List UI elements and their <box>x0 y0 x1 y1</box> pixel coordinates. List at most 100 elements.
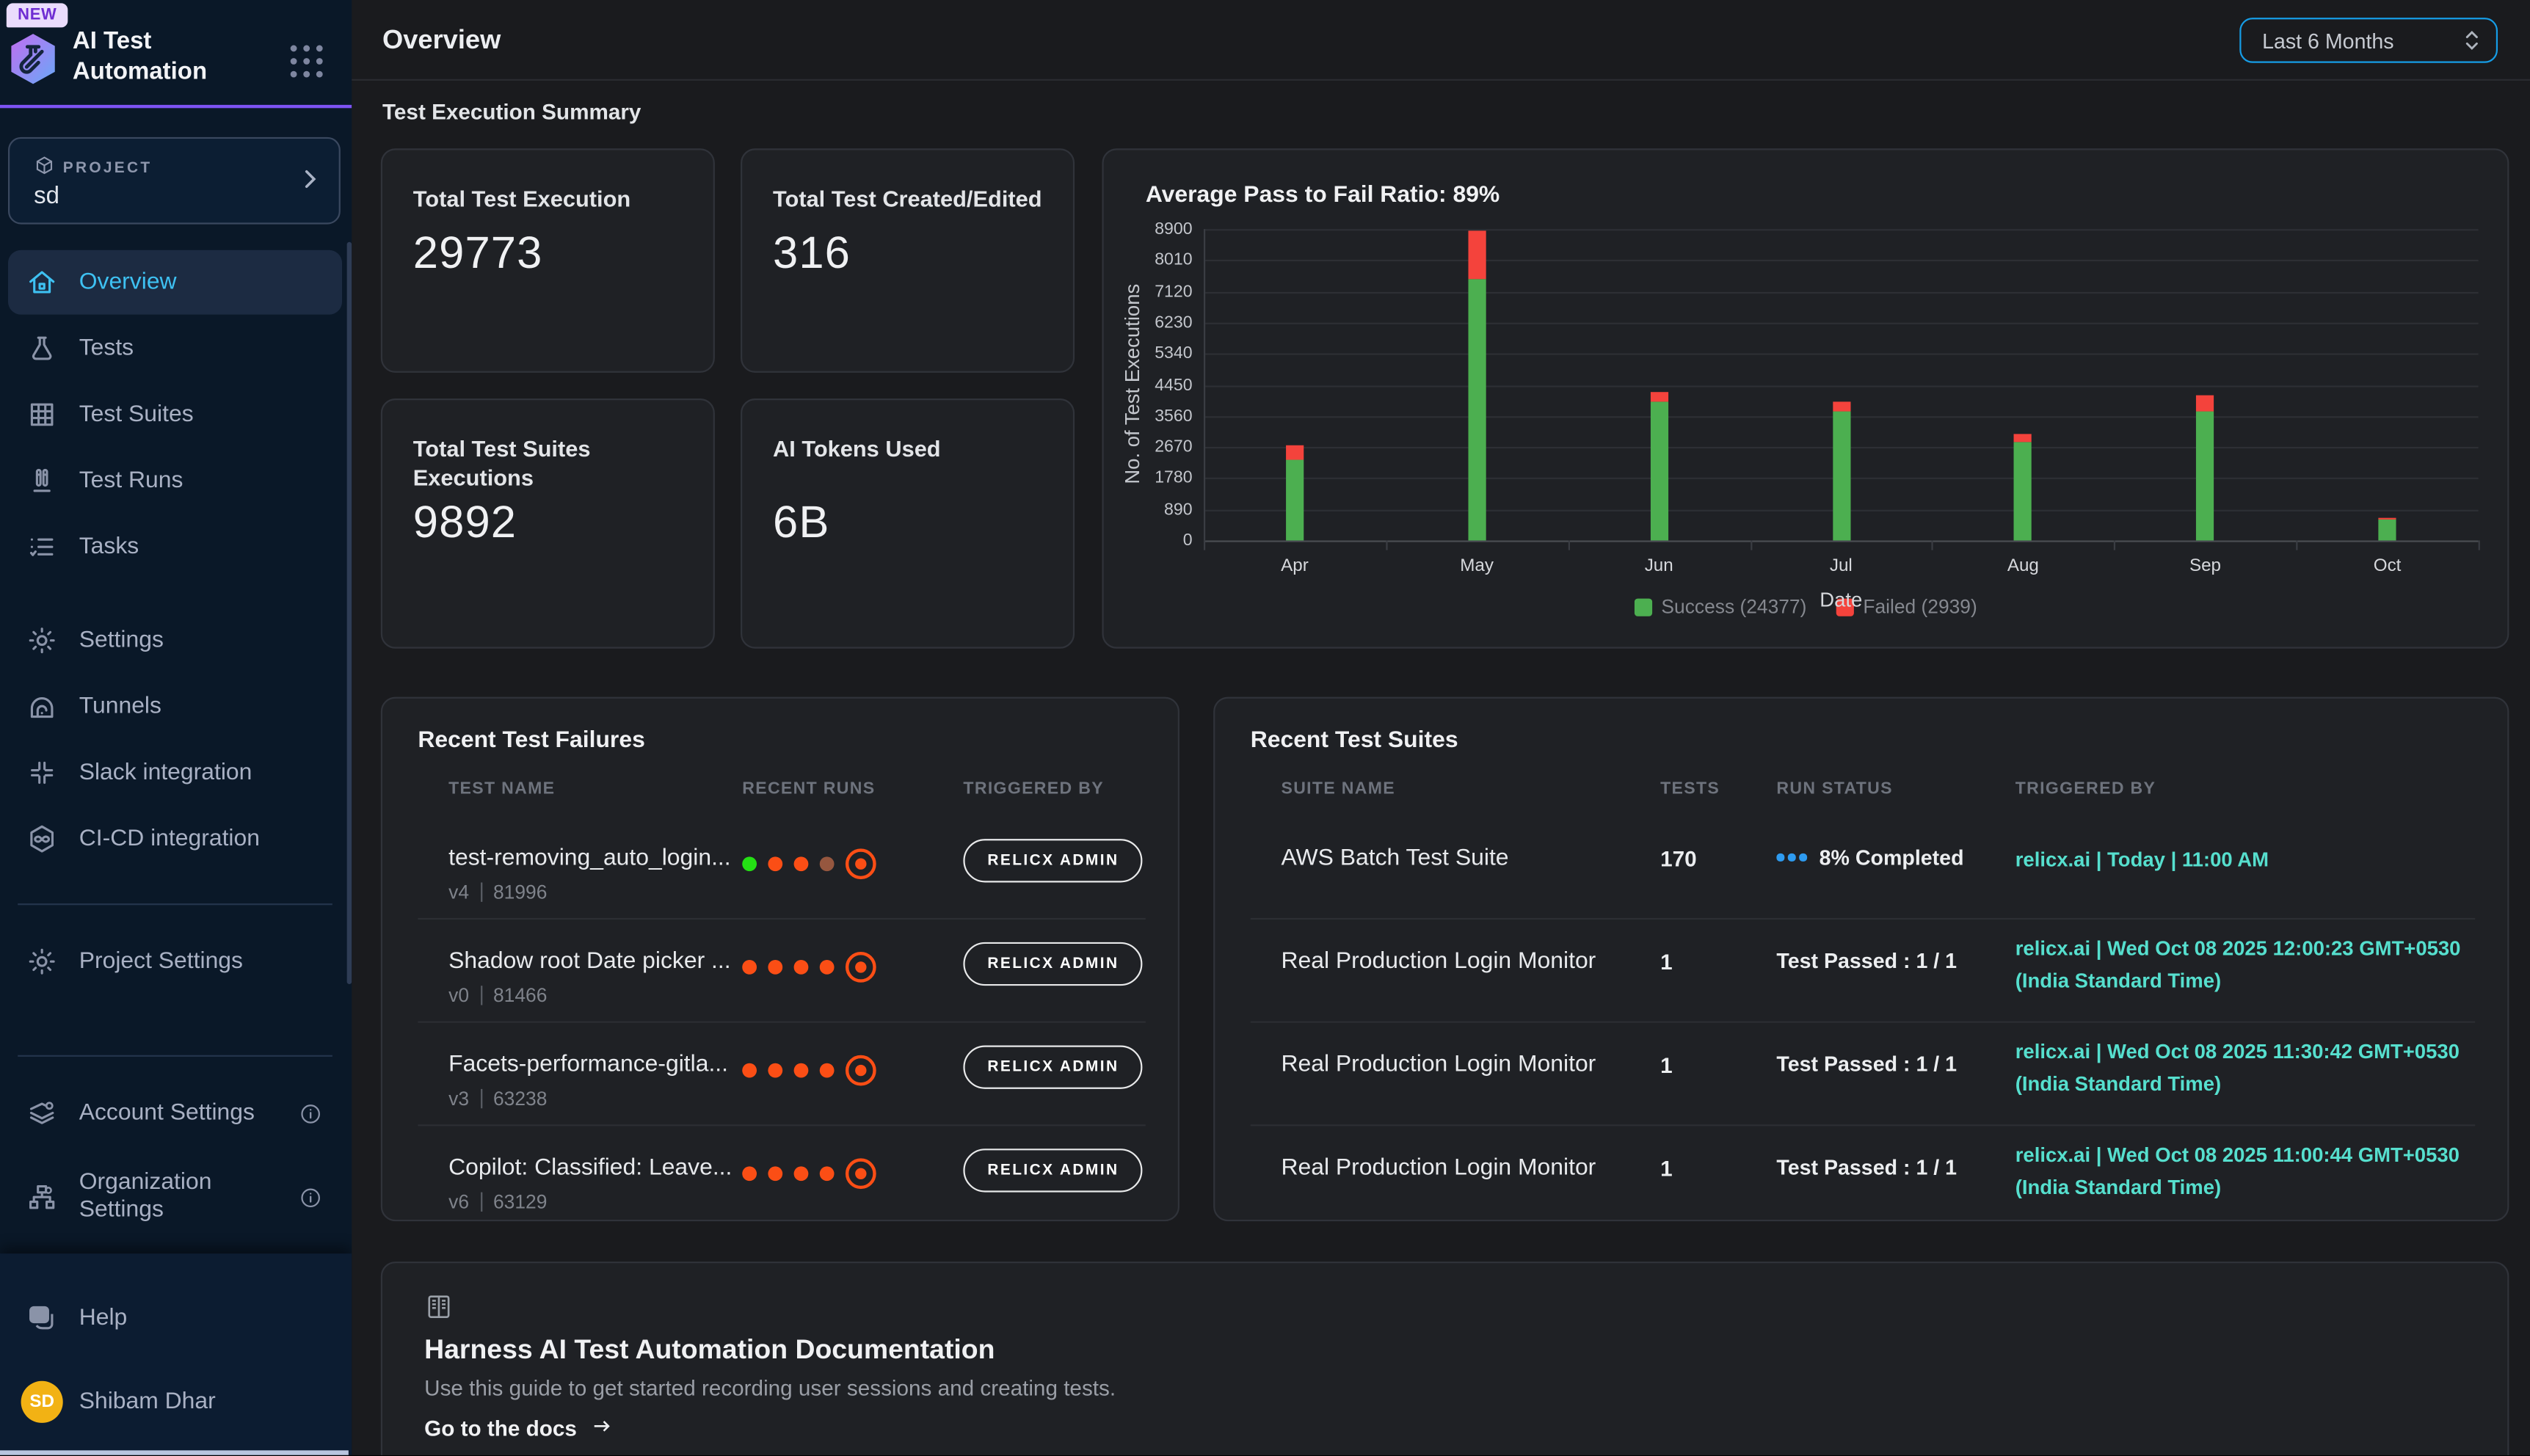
sidebar-item-test-runs[interactable]: Test Runs <box>8 448 342 513</box>
docs-title: Harness AI Test Automation Documentation <box>424 1334 995 1366</box>
sidebar-item-label: Overview <box>79 269 177 295</box>
apps-grid-icon[interactable] <box>291 46 326 81</box>
run-status-dot-red <box>794 1063 809 1078</box>
sidebar-item-label: Help <box>79 1305 128 1331</box>
x-tick-label: Sep <box>2173 556 2238 575</box>
project-selector[interactable]: PROJECT sd <box>8 137 341 225</box>
run-status-target-icon <box>846 848 876 879</box>
tasks-icon <box>26 531 58 563</box>
failure-test-version: v363238 <box>448 1088 547 1110</box>
recent-runs-dots <box>742 848 876 879</box>
gear-icon <box>26 945 58 978</box>
x-axis-title: Date <box>1760 589 1922 611</box>
triggered-by-button[interactable]: RELICX ADMIN <box>963 942 1143 986</box>
sidebar-item-slack-integration[interactable]: Slack integration <box>8 740 342 805</box>
sidebar-item-label: Test Suites <box>79 401 194 427</box>
bar-failed <box>2378 517 2396 520</box>
stat-value: 6B <box>773 497 829 548</box>
panel-title: Recent Test Suites <box>1251 727 1458 753</box>
sidebar-item-label: Account Settings <box>79 1100 255 1126</box>
bar-success <box>1650 402 1668 540</box>
suite-triggered-by[interactable]: relicx.ai | Today | 11:00 AM <box>2015 844 2484 876</box>
triggered-by-button[interactable]: RELICX ADMIN <box>963 839 1143 882</box>
stat-card-total-test-created: Total Test Created/Edited 316 <box>741 148 1075 373</box>
x-axis-tick <box>1932 540 1933 550</box>
progress-dots-icon <box>1776 853 1806 861</box>
run-status-dot-red <box>768 1166 782 1181</box>
run-status-dot-red <box>768 1063 782 1078</box>
info-icon[interactable] <box>299 1101 323 1125</box>
triggered-by-button[interactable]: RELICX ADMIN <box>963 1046 1143 1089</box>
suite-name[interactable]: Real Production Login Monitor <box>1281 949 1596 975</box>
column-header: TRIGGERED BY <box>963 779 1104 798</box>
triggered-by-button[interactable]: RELICX ADMIN <box>963 1149 1143 1192</box>
docs-link[interactable]: Go to the docs <box>424 1415 614 1442</box>
bar-success <box>1832 411 1850 540</box>
sidebar-scrollbar[interactable] <box>347 242 352 984</box>
y-axis-line <box>1204 229 1205 540</box>
failure-test-name[interactable]: Copilot: Classified: Leave... <box>448 1155 731 1181</box>
sidebar-item-label: Project Settings <box>79 949 243 975</box>
bar-success <box>1286 460 1304 540</box>
x-tick-label: Jun <box>1626 556 1691 575</box>
avatar: SD <box>21 1381 63 1423</box>
suite-tests-count: 1 <box>1660 1157 1673 1181</box>
new-badge: NEW <box>7 3 68 27</box>
sidebar-item-organization-settings[interactable]: Organization Settings <box>8 1155 342 1239</box>
suite-triggered-by[interactable]: relicx.ai | Wed Oct 08 2025 11:00:44 GMT… <box>2015 1139 2484 1204</box>
run-status-dot-red <box>768 856 782 871</box>
bar-failed <box>2014 434 2032 442</box>
suite-triggered-by[interactable]: relicx.ai | Wed Oct 08 2025 12:00:23 GMT… <box>2015 933 2484 997</box>
suite-triggered-by[interactable]: relicx.ai | Wed Oct 08 2025 11:30:42 GMT… <box>2015 1035 2484 1100</box>
panel-title: Recent Test Failures <box>418 727 644 753</box>
section-heading: Test Execution Summary <box>382 100 641 124</box>
sidebar-nav: Overview Tests Test Suites Test RunsTasks Se… <box>8 250 342 1241</box>
run-status-dot-red <box>742 1063 757 1078</box>
sidebar-item-project-settings[interactable]: Project Settings <box>8 929 342 994</box>
sidebar-item-tasks[interactable]: Tasks <box>8 514 342 579</box>
run-status-target-icon <box>846 1055 876 1086</box>
stat-label: Total Test Execution <box>413 184 688 214</box>
user-menu[interactable]: SD Shibam Dhar <box>8 1369 342 1434</box>
x-tick-label: Apr <box>1262 556 1327 575</box>
sidebar-item-ci-cd-integration[interactable]: CI-CD integration <box>8 807 342 871</box>
app-window: NEW AI Test Automation PROJECT sd <box>0 0 2530 1455</box>
suite-name[interactable]: AWS Batch Test Suite <box>1281 845 1508 871</box>
suite-name[interactable]: Real Production Login Monitor <box>1281 1052 1596 1077</box>
sidebar-header: NEW AI Test Automation <box>0 0 352 106</box>
run-status-dot-green <box>742 856 757 871</box>
row-divider <box>418 918 1145 920</box>
run-status-dot-brown <box>820 856 835 871</box>
stat-card-ai-tokens: AI Tokens Used 6B <box>741 398 1075 649</box>
sidebar-item-help[interactable]: ? Help <box>8 1286 342 1350</box>
project-label: PROJECT <box>34 155 152 181</box>
failure-test-name[interactable]: test-removing_auto_login... <box>448 845 731 871</box>
recent-runs-dots <box>742 952 876 983</box>
horizontal-scrollbar[interactable] <box>0 1450 349 1455</box>
chart-gridline <box>1204 261 2479 262</box>
failure-test-name[interactable]: Shadow root Date picker ... <box>448 949 731 975</box>
main-content: Overview Last 6 Months Test Execution Su… <box>352 0 2530 1455</box>
info-icon[interactable] <box>299 1185 323 1209</box>
sidebar-item-account-settings[interactable]: Account Settings <box>8 1081 342 1146</box>
stat-label: Total Test Created/Edited <box>773 184 1047 214</box>
sidebar-item-overview[interactable]: Overview <box>8 250 342 315</box>
stat-label: AI Tokens Used <box>773 434 1047 463</box>
date-range-select[interactable]: Last 6 Months <box>2239 18 2498 63</box>
sidebar-item-test-suites[interactable]: Test Suites <box>8 382 342 447</box>
suite-run-status: Test Passed : 1 / 1 <box>1776 1052 1957 1076</box>
suite-name[interactable]: Real Production Login Monitor <box>1281 1155 1596 1181</box>
sidebar-item-tunnels[interactable]: Tunnels <box>8 674 342 739</box>
run-status-target-icon <box>846 952 876 983</box>
sidebar-item-tests[interactable]: Tests <box>8 316 342 381</box>
bar-failed <box>1832 402 1850 411</box>
stat-value: 9892 <box>413 497 517 548</box>
failure-test-name[interactable]: Facets-performance-gitla... <box>448 1052 728 1077</box>
pass-fail-chart-card: Average Pass to Fail Ratio: 89% Success … <box>1102 148 2509 648</box>
sidebar-item-settings[interactable]: Settings <box>8 608 342 673</box>
x-axis-tick <box>1568 540 1569 550</box>
failure-test-version: v481996 <box>448 881 547 903</box>
run-status-dot-red <box>820 1063 835 1078</box>
run-status-dot-red <box>820 960 835 975</box>
row-divider <box>418 1022 1145 1023</box>
